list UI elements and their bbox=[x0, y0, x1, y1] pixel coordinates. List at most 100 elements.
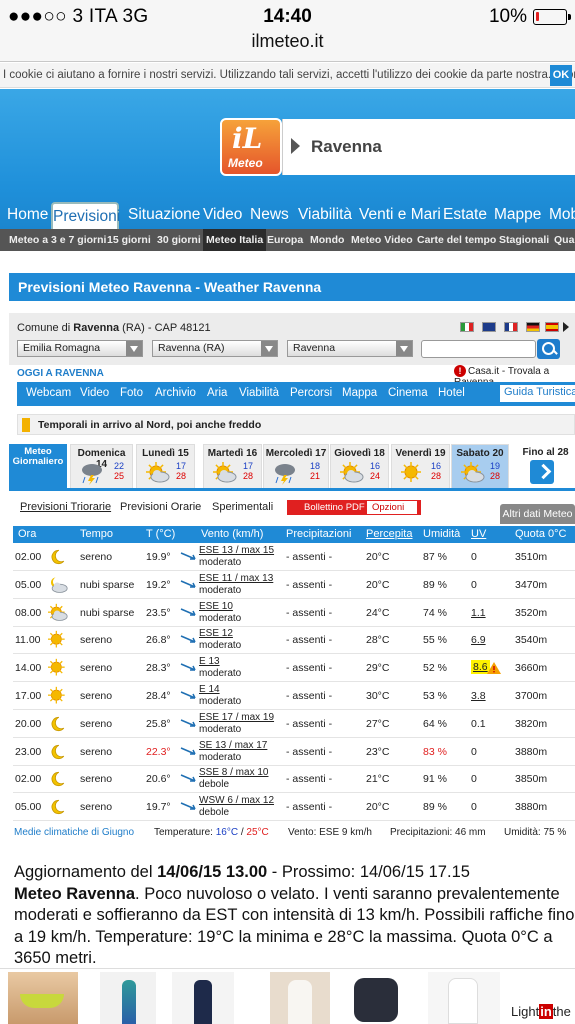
oggi-mappa[interactable]: Mappa bbox=[342, 387, 377, 399]
ad-image[interactable] bbox=[340, 972, 412, 1024]
oggi-webcam[interactable]: Webcam bbox=[26, 387, 71, 399]
subnav-meteo-italia[interactable]: Meteo Italia bbox=[203, 229, 267, 251]
oggi-percorsi[interactable]: Percorsi bbox=[290, 387, 332, 399]
flag-it-icon[interactable] bbox=[460, 322, 474, 332]
cell-temperatura: 26.8° bbox=[146, 634, 171, 647]
tab-day-4[interactable]: Giovedì 18 16 24 bbox=[330, 444, 389, 488]
nav-home[interactable]: Home bbox=[7, 206, 48, 224]
cookie-ok-button[interactable]: OK bbox=[550, 65, 572, 86]
cell-umidita: 83 % bbox=[423, 745, 447, 758]
subnav-30-giorni[interactable]: 30 giorni bbox=[157, 234, 201, 246]
tab-day-6[interactable]: Sabato 20 19 28 bbox=[451, 444, 509, 488]
caption-tmin: 16°C bbox=[215, 827, 239, 838]
cell-percepita: 28°C bbox=[366, 634, 390, 647]
subnav-carte[interactable]: Carte del tempo bbox=[417, 234, 496, 246]
col-uv[interactable]: UV bbox=[471, 526, 486, 543]
col-tempo: Tempo bbox=[80, 528, 114, 540]
oggi-viabilita[interactable]: Viabilità bbox=[239, 387, 279, 399]
cell-quota: 3510m bbox=[515, 551, 548, 563]
flag-de-icon[interactable] bbox=[526, 322, 540, 332]
subnav-europa[interactable]: Europa bbox=[267, 234, 303, 246]
tab-day-1[interactable]: Lunedì 15 17 28 bbox=[136, 444, 195, 488]
nav-estate[interactable]: Estate bbox=[443, 206, 487, 224]
cell-ora: 05.00 bbox=[15, 801, 42, 814]
sun-icon bbox=[47, 630, 69, 650]
city-selector[interactable]: Ravenna bbox=[282, 119, 575, 175]
oggi-cinema[interactable]: Cinema bbox=[388, 387, 428, 399]
nav-situazione[interactable]: Situazione bbox=[128, 206, 200, 224]
cell-umidita: 89 % bbox=[423, 578, 447, 591]
oggi-aria[interactable]: Aria bbox=[207, 387, 227, 399]
tab-orarie[interactable]: Previsioni Orarie bbox=[120, 501, 201, 513]
oggi-video[interactable]: Video bbox=[80, 387, 109, 399]
tab-meteo-giornaliero[interactable]: Meteo Giornaliero bbox=[9, 444, 67, 488]
nav-viabilita[interactable]: Viabilità bbox=[298, 206, 352, 224]
wind-arrow-icon bbox=[179, 660, 199, 674]
medie-link[interactable]: Medie climatiche di Giugno bbox=[14, 827, 134, 838]
nav-news[interactable]: News bbox=[250, 206, 289, 224]
oggi-archivio[interactable]: Archivio bbox=[155, 387, 196, 399]
nav-video[interactable]: Video bbox=[203, 206, 242, 224]
cell-quota: 3540m bbox=[515, 634, 548, 647]
tab-fino-al-28[interactable]: Fino al 28 bbox=[516, 444, 575, 488]
col-vento: Vento (km/h) bbox=[201, 528, 264, 540]
city-select[interactable]: Ravenna bbox=[287, 340, 413, 357]
caption-vento: Vento: ESE 9 km/h bbox=[288, 827, 372, 838]
tab-day-2[interactable]: Martedì 16 17 28 bbox=[203, 444, 262, 488]
flags-next-icon[interactable] bbox=[563, 322, 569, 332]
tab-day-3[interactable]: Mercoledì 17 18 21 bbox=[263, 444, 329, 488]
tab-day-0[interactable]: Domenica 14 22 25 bbox=[70, 444, 133, 488]
province-select[interactable]: Ravenna (RA) bbox=[152, 340, 278, 357]
oggi-foto[interactable]: Foto bbox=[120, 387, 143, 399]
nav-mappe[interactable]: Mappe bbox=[494, 206, 541, 224]
flag-fr-icon[interactable] bbox=[504, 322, 518, 332]
chevron-right-icon[interactable] bbox=[530, 460, 554, 484]
guida-turistica-button[interactable]: Guida Turistica bbox=[500, 385, 575, 402]
subnav-stagionali[interactable]: Stagionali bbox=[499, 234, 549, 246]
oggi-hotel[interactable]: Hotel bbox=[438, 387, 465, 399]
nav-venti-mari[interactable]: Venti e Mari bbox=[359, 206, 441, 224]
cell-uv: 1.1 bbox=[471, 606, 486, 619]
ad-image[interactable] bbox=[100, 972, 156, 1024]
cell-percepita: 30°C bbox=[366, 690, 390, 702]
cookie-text[interactable]: I cookie ci aiutano a fornire i nostri s… bbox=[3, 69, 575, 81]
alert-banner[interactable]: Temporali in arrivo al Nord, poi anche f… bbox=[17, 414, 575, 435]
subnav-mondo[interactable]: Mondo bbox=[310, 234, 344, 246]
main-nav: Home Previsioni Situazione Video News Vi… bbox=[0, 202, 575, 231]
search-input[interactable] bbox=[421, 340, 536, 358]
subnav-qual[interactable]: Qual bbox=[554, 234, 575, 246]
address-bar[interactable]: ilmeteo.it bbox=[0, 31, 575, 52]
col-percepita[interactable]: Percepita bbox=[366, 526, 412, 543]
cell-ora: 17.00 bbox=[15, 690, 42, 702]
cell-quota: 3820m bbox=[515, 717, 548, 730]
flag-es-icon[interactable] bbox=[545, 322, 559, 332]
cell-uv: 0 bbox=[471, 551, 477, 563]
day-max: 28 bbox=[489, 471, 500, 481]
ad-image[interactable] bbox=[172, 972, 234, 1024]
flag-uk-icon[interactable] bbox=[482, 322, 496, 332]
brand-c: the bbox=[552, 1004, 571, 1019]
subnav-15-giorni[interactable]: 15 giorni bbox=[107, 234, 151, 246]
ad-image[interactable] bbox=[8, 972, 78, 1024]
region-select[interactable]: Emilia Romagna bbox=[17, 340, 143, 357]
opzioni-button[interactable]: Opzioni bbox=[367, 501, 417, 514]
bollettino-pdf-button[interactable]: Bollettino PDF Opzioni bbox=[287, 500, 421, 515]
altri-dati-button[interactable]: Altri dati Meteo bbox=[500, 504, 575, 524]
tab-sperimentali[interactable]: Sperimentali bbox=[212, 501, 273, 513]
ad-image[interactable] bbox=[270, 972, 330, 1024]
tab-day-5[interactable]: Venerdì 19 16 28 bbox=[391, 444, 450, 488]
ad-image[interactable] bbox=[428, 972, 500, 1024]
cell-precipitazioni: - assenti - bbox=[286, 551, 333, 563]
cell-quota: 3850m bbox=[515, 773, 548, 786]
ad-brand[interactable]: Lightinthe bbox=[511, 1004, 571, 1019]
wind-speed: WSW 6 / max 12 bbox=[199, 795, 275, 807]
nav-mob[interactable]: Mob bbox=[549, 206, 575, 224]
nav-previsioni[interactable]: Previsioni bbox=[51, 202, 120, 231]
subnav-3-7-giorni[interactable]: Meteo a 3 e 7 giorni bbox=[9, 234, 106, 246]
day-max: 24 bbox=[369, 471, 380, 481]
subnav-meteo-video[interactable]: Meteo Video bbox=[351, 234, 413, 246]
search-icon[interactable] bbox=[537, 339, 560, 359]
tab-triorarie[interactable]: Previsioni Triorarie bbox=[20, 501, 111, 513]
table-row: 05.00 sereno 19.7° WSW 6 / max 12 debole - as… bbox=[13, 793, 575, 822]
ilmeteo-logo[interactable]: iL Meteo bbox=[220, 118, 282, 176]
